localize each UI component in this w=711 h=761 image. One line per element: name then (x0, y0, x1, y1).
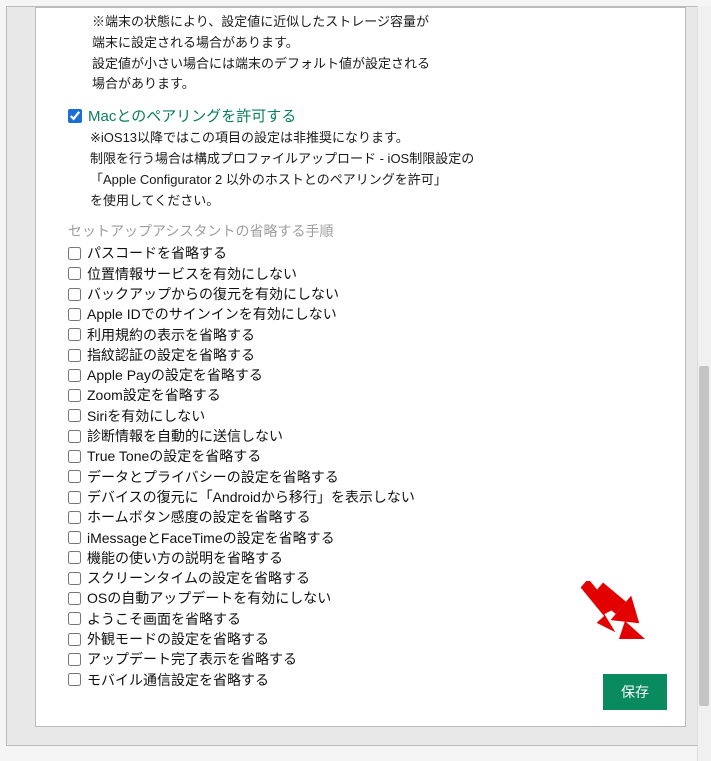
skip-item[interactable]: パスコードを省略する (68, 243, 673, 263)
skip-item-label: Apple Payの設定を省略する (87, 365, 263, 385)
skip-item-checkbox[interactable] (68, 430, 81, 443)
skip-item-label: ホームボタン感度の設定を省略する (87, 507, 311, 527)
skip-item-label: スクリーンタイムの設定を省略する (87, 568, 310, 588)
skip-item[interactable]: OSの自動アップデートを有効にしない (68, 588, 673, 608)
storage-note-line: ※端末の状態により、設定値に近似したストレージ容量が (92, 12, 673, 33)
skip-item-label: モバイル通信設定を省略する (87, 670, 269, 690)
skip-item-checkbox[interactable] (68, 267, 81, 280)
skip-item-checkbox[interactable] (68, 653, 81, 666)
pairing-note: ※iOS13以降ではこの項目の設定は非推奨になります。 制限を行う場合は構成プロ… (90, 128, 673, 211)
skip-steps-header: セットアップアシスタントの省略する手順 (68, 221, 673, 241)
skip-item-checkbox[interactable] (68, 612, 81, 625)
skip-item-label: True Toneの設定を省略する (87, 446, 261, 466)
skip-item[interactable]: 外観モードの設定を省略する (68, 629, 673, 649)
skip-item-checkbox[interactable] (68, 308, 81, 321)
skip-item-checkbox[interactable] (68, 572, 81, 585)
outer-panel: ※端末の状態により、設定値に近似したストレージ容量が 端末に設定される場合があり… (6, 6, 699, 746)
skip-item[interactable]: デバイスの復元に「Androidから移行」を表示しない (68, 487, 673, 507)
skip-item-checkbox[interactable] (68, 349, 81, 362)
pairing-section: Macとのペアリングを許可する ※iOS13以降ではこの項目の設定は非推奨になり… (68, 105, 673, 211)
skip-item[interactable]: Apple Payの設定を省略する (68, 365, 673, 385)
skip-item-label: iMessageとFaceTimeの設定を省略する (87, 528, 335, 548)
skip-item-checkbox[interactable] (68, 389, 81, 402)
skip-item-checkbox[interactable] (68, 511, 81, 524)
skip-item-label: 利用規約の表示を省略する (87, 325, 255, 345)
mac-pairing-label: Macとのペアリングを許可する (88, 105, 296, 126)
skip-item-label: OSの自動アップデートを有効にしない (87, 588, 331, 608)
pairing-note-line: 「Apple Configurator 2 以外のホストとのペアリングを許可」 (90, 170, 673, 191)
skip-item[interactable]: ホームボタン感度の設定を省略する (68, 507, 673, 527)
skip-item[interactable]: バックアップからの復元を有効にしない (68, 284, 673, 304)
pairing-note-line: を使用してください。 (90, 191, 673, 212)
skip-item-label: データとプライバシーの設定を省略する (87, 467, 339, 487)
skip-item-label: 位置情報サービスを有効にしない (87, 264, 297, 284)
skip-item[interactable]: Apple IDでのサインインを有効にしない (68, 304, 673, 324)
scrollbar-thumb[interactable] (699, 366, 709, 706)
skip-item-label: 指紋認証の設定を省略する (87, 345, 255, 365)
skip-item[interactable]: Siriを有効にしない (68, 406, 673, 426)
skip-item-checkbox[interactable] (68, 247, 81, 260)
skip-item-label: Apple IDでのサインインを有効にしない (87, 304, 337, 324)
skip-item-checkbox[interactable] (68, 288, 81, 301)
skip-item-checkbox[interactable] (68, 592, 81, 605)
skip-item-checkbox[interactable] (68, 369, 81, 382)
skip-item[interactable]: Zoom設定を省略する (68, 385, 673, 405)
skip-item-checkbox[interactable] (68, 633, 81, 646)
skip-item-label: バックアップからの復元を有効にしない (87, 284, 339, 304)
skip-item[interactable]: 指紋認証の設定を省略する (68, 345, 673, 365)
skip-item-checkbox[interactable] (68, 673, 81, 686)
storage-note-line: 端末に設定される場合があります。 (92, 33, 673, 54)
skip-item[interactable]: 機能の使い方の説明を省略する (68, 548, 673, 568)
skip-item-label: ようこそ画面を省略する (87, 609, 241, 629)
skip-item-checkbox[interactable] (68, 551, 81, 564)
scrollbar-track[interactable] (697, 6, 711, 761)
save-button[interactable]: 保存 (603, 674, 667, 710)
skip-item-label: パスコードを省略する (87, 243, 227, 263)
skip-item-label: 診断情報を自動的に送信しない (87, 426, 283, 446)
skip-item-checkbox[interactable] (68, 491, 81, 504)
mac-pairing-checkbox-row[interactable]: Macとのペアリングを許可する (68, 105, 673, 126)
skip-item[interactable]: ようこそ画面を省略する (68, 609, 673, 629)
skip-item[interactable]: データとプライバシーの設定を省略する (68, 467, 673, 487)
skip-item[interactable]: True Toneの設定を省略する (68, 446, 673, 466)
skip-item[interactable]: アップデート完了表示を省略する (68, 649, 673, 669)
skip-item-label: 機能の使い方の説明を省略する (87, 548, 283, 568)
skip-item-checkbox[interactable] (68, 470, 81, 483)
skip-steps-list: パスコードを省略する位置情報サービスを有効にしないバックアップからの復元を有効に… (68, 243, 673, 690)
storage-note: ※端末の状態により、設定値に近似したストレージ容量が 端末に設定される場合があり… (92, 12, 673, 95)
skip-item[interactable]: モバイル通信設定を省略する (68, 670, 673, 690)
settings-panel: ※端末の状態により、設定値に近似したストレージ容量が 端末に設定される場合があり… (35, 7, 686, 727)
skip-item-checkbox[interactable] (68, 450, 81, 463)
skip-item[interactable]: 位置情報サービスを有効にしない (68, 264, 673, 284)
skip-item-checkbox[interactable] (68, 328, 81, 341)
storage-note-line: 設定値が小さい場合には端末のデフォルト値が設定される (92, 54, 673, 75)
skip-item-label: Siriを有効にしない (87, 406, 205, 426)
skip-item-label: 外観モードの設定を省略する (87, 629, 269, 649)
pairing-note-line: ※iOS13以降ではこの項目の設定は非推奨になります。 (90, 128, 673, 149)
skip-item-label: Zoom設定を省略する (87, 385, 221, 405)
skip-item[interactable]: 利用規約の表示を省略する (68, 325, 673, 345)
skip-item[interactable]: iMessageとFaceTimeの設定を省略する (68, 528, 673, 548)
skip-item-label: デバイスの復元に「Androidから移行」を表示しない (87, 487, 415, 507)
storage-note-line: 場合があります。 (92, 74, 673, 95)
skip-item[interactable]: 診断情報を自動的に送信しない (68, 426, 673, 446)
skip-item-label: アップデート完了表示を省略する (87, 649, 297, 669)
skip-item-checkbox[interactable] (68, 531, 81, 544)
skip-item-checkbox[interactable] (68, 409, 81, 422)
pairing-note-line: 制限を行う場合は構成プロファイルアップロード - iOS制限設定の (90, 149, 673, 170)
mac-pairing-checkbox[interactable] (68, 109, 82, 123)
skip-item[interactable]: スクリーンタイムの設定を省略する (68, 568, 673, 588)
